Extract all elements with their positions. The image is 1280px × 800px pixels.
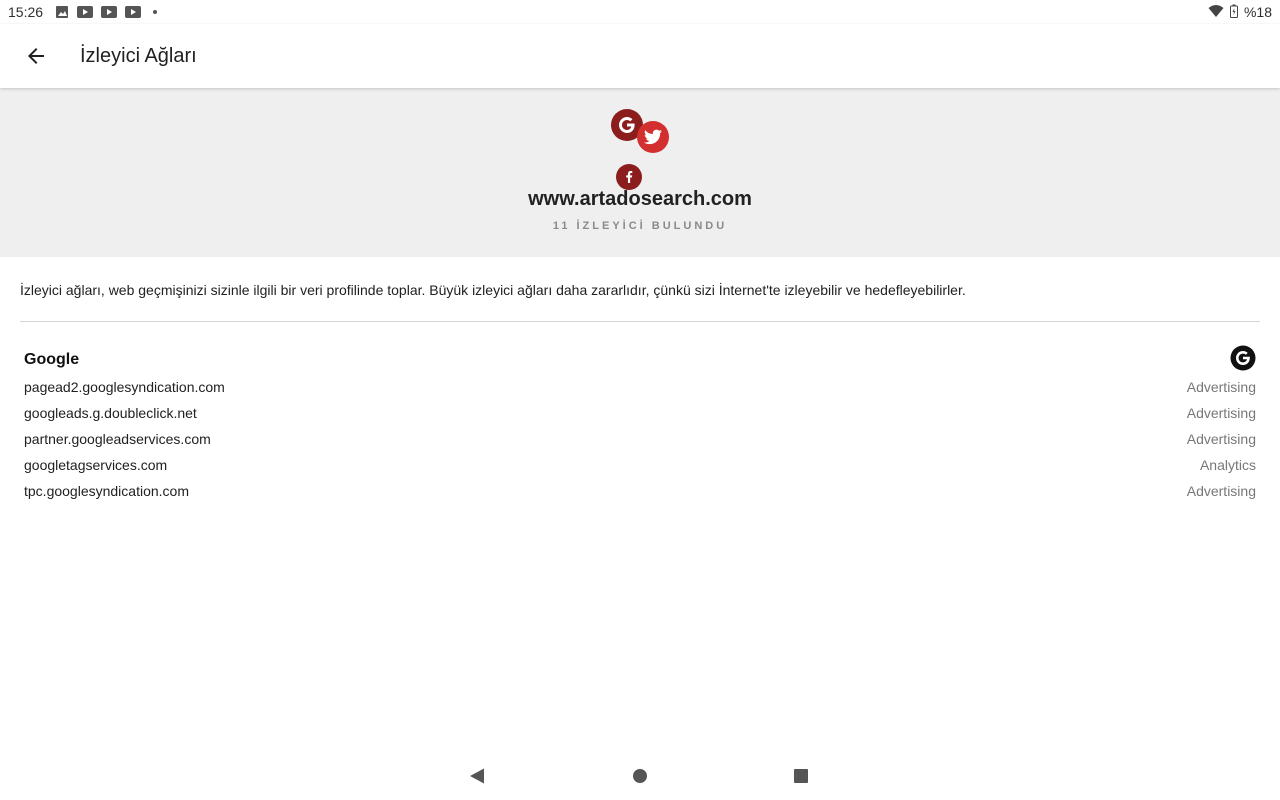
tracker-network-google: Google pagead2.googlesyndication.com Adv…	[24, 345, 1256, 504]
tracker-row: pagead2.googlesyndication.com Advertisin…	[24, 374, 1256, 400]
tracker-category: Advertising	[1186, 379, 1256, 395]
nav-back-button[interactable]	[453, 752, 501, 800]
tracker-category: Advertising	[1186, 405, 1256, 421]
tracker-domain: pagead2.googlesyndication.com	[24, 379, 225, 395]
divider	[20, 321, 1260, 322]
network-header: Google	[24, 345, 1256, 376]
status-left: 15:26	[8, 4, 158, 20]
nav-home-icon	[633, 769, 647, 783]
arrow-back-icon	[28, 48, 44, 64]
app-bar: İzleyici Ağları	[0, 24, 1280, 88]
nav-recents-icon	[794, 769, 808, 783]
youtube-icon	[125, 5, 142, 19]
battery-icon	[1229, 4, 1238, 21]
facebook-icon	[616, 164, 642, 190]
tracker-row: partner.googleadservices.com Advertising	[24, 426, 1256, 452]
tracker-row: googletagservices.com Analytics	[24, 452, 1256, 478]
page-title: İzleyici Ağları	[80, 44, 197, 67]
tracker-category: Advertising	[1186, 431, 1256, 447]
tracker-category: Analytics	[1199, 457, 1256, 473]
battery-percent: %18	[1243, 4, 1272, 20]
google-icon	[1230, 345, 1256, 376]
wifi-icon	[1208, 4, 1224, 21]
status-time: 15:26	[8, 4, 44, 20]
tracker-domain: partner.googleadservices.com	[24, 431, 211, 447]
site-domain: www.artadosearch.com	[528, 188, 752, 210]
tracker-logo-cluster	[606, 106, 676, 190]
status-right: %18	[1208, 4, 1272, 21]
tracker-count: 11 İZLEYİCİ BULUNDU	[552, 220, 728, 232]
tracker-row: googleads.g.doubleclick.net Advertising	[24, 400, 1256, 426]
tracker-domain: tpc.googlesyndication.com	[24, 483, 189, 499]
tracker-category: Advertising	[1186, 483, 1256, 499]
status-bar: 15:26 %18	[0, 0, 1280, 24]
youtube-icon	[101, 5, 118, 19]
image-icon	[55, 5, 69, 19]
tracker-domain: googleads.g.doubleclick.net	[24, 405, 197, 421]
nav-recents-button[interactable]	[777, 752, 825, 800]
tracker-row: tpc.googlesyndication.com Advertising	[24, 478, 1256, 504]
tracker-networks-description: İzleyici ağları, web geçmişinizi sizinle…	[20, 282, 966, 298]
dot-icon	[153, 10, 158, 14]
tracker-domain: googletagservices.com	[24, 457, 168, 473]
network-name: Google	[24, 351, 80, 368]
youtube-icon	[77, 5, 94, 19]
twitter-icon	[637, 121, 669, 153]
site-summary-header: www.artadosearch.com 11 İZLEYİCİ BULUNDU	[0, 88, 1280, 257]
system-nav-bar	[0, 752, 1280, 800]
back-button[interactable]	[0, 24, 72, 88]
nav-home-button[interactable]	[616, 752, 664, 800]
nav-back-icon	[470, 768, 484, 784]
